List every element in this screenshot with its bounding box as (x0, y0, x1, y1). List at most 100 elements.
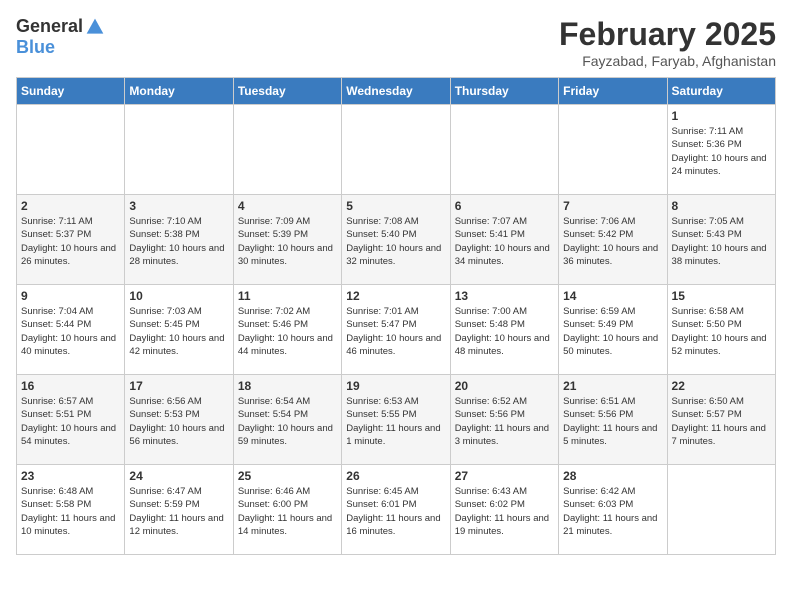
calendar-cell: 14 Sunrise: 6:59 AM Sunset: 5:49 PM Dayli… (559, 285, 667, 375)
title-area: February 2025 Fayzabad, Faryab, Afghanis… (559, 16, 776, 69)
calendar-cell (342, 105, 450, 195)
day-number: 27 (455, 469, 554, 483)
day-number: 16 (21, 379, 120, 393)
day-number: 13 (455, 289, 554, 303)
day-number: 3 (129, 199, 228, 213)
calendar-cell (667, 465, 775, 555)
calendar-cell: 26 Sunrise: 6:45 AM Sunset: 6:01 PM Dayli… (342, 465, 450, 555)
calendar-cell: 27 Sunrise: 6:43 AM Sunset: 6:02 PM Dayli… (450, 465, 558, 555)
day-info: Sunrise: 6:58 AM Sunset: 5:50 PM Dayligh… (672, 305, 771, 358)
day-number: 21 (563, 379, 662, 393)
day-number: 6 (455, 199, 554, 213)
location-title: Fayzabad, Faryab, Afghanistan (559, 53, 776, 69)
day-number: 1 (672, 109, 771, 123)
calendar-cell (125, 105, 233, 195)
calendar-day-header: Saturday (667, 78, 775, 105)
calendar-cell (17, 105, 125, 195)
day-number: 22 (672, 379, 771, 393)
calendar-cell: 23 Sunrise: 6:48 AM Sunset: 5:58 PM Dayli… (17, 465, 125, 555)
day-number: 8 (672, 199, 771, 213)
logo-icon (85, 17, 105, 37)
calendar-cell: 24 Sunrise: 6:47 AM Sunset: 5:59 PM Dayli… (125, 465, 233, 555)
calendar-day-header: Tuesday (233, 78, 341, 105)
calendar-cell: 3 Sunrise: 7:10 AM Sunset: 5:38 PM Daylig… (125, 195, 233, 285)
day-number: 23 (21, 469, 120, 483)
calendar-cell: 4 Sunrise: 7:09 AM Sunset: 5:39 PM Daylig… (233, 195, 341, 285)
calendar-body: 1 Sunrise: 7:11 AM Sunset: 5:36 PM Daylig… (17, 105, 776, 555)
day-number: 4 (238, 199, 337, 213)
logo: General Blue (16, 16, 105, 58)
day-info: Sunrise: 7:05 AM Sunset: 5:43 PM Dayligh… (672, 215, 771, 268)
day-info: Sunrise: 6:43 AM Sunset: 6:02 PM Dayligh… (455, 485, 554, 538)
day-info: Sunrise: 6:48 AM Sunset: 5:58 PM Dayligh… (21, 485, 120, 538)
calendar-cell: 20Sunrise: 6:52 AM Sunset: 5:56 PM Dayli… (450, 375, 558, 465)
day-number: 18 (238, 379, 337, 393)
page-header: General Blue February 2025 Fayzabad, Far… (16, 16, 776, 69)
month-title: February 2025 (559, 16, 776, 53)
calendar-week-row: 2 Sunrise: 7:11 AM Sunset: 5:37 PM Daylig… (17, 195, 776, 285)
calendar-cell: 21 Sunrise: 6:51 AM Sunset: 5:56 PM Dayli… (559, 375, 667, 465)
day-info: Sunrise: 7:03 AM Sunset: 5:45 PM Dayligh… (129, 305, 228, 358)
calendar-week-row: 23 Sunrise: 6:48 AM Sunset: 5:58 PM Dayli… (17, 465, 776, 555)
day-info: Sunrise: 6:45 AM Sunset: 6:01 PM Dayligh… (346, 485, 445, 538)
calendar-week-row: 9 Sunrise: 7:04 AM Sunset: 5:44 PM Daylig… (17, 285, 776, 375)
day-number: 5 (346, 199, 445, 213)
calendar-cell (233, 105, 341, 195)
calendar-cell: 22 Sunrise: 6:50 AM Sunset: 5:57 PM Dayli… (667, 375, 775, 465)
calendar-cell (450, 105, 558, 195)
day-number: 14 (563, 289, 662, 303)
day-info: Sunrise: 7:09 AM Sunset: 5:39 PM Dayligh… (238, 215, 337, 268)
calendar-day-header: Sunday (17, 78, 125, 105)
calendar-day-header: Monday (125, 78, 233, 105)
day-number: 15 (672, 289, 771, 303)
calendar-cell: 28Sunrise: 6:42 AM Sunset: 6:03 PM Dayli… (559, 465, 667, 555)
calendar-cell: 13 Sunrise: 7:00 AM Sunset: 5:48 PM Dayli… (450, 285, 558, 375)
day-number: 9 (21, 289, 120, 303)
calendar-cell: 19Sunrise: 6:53 AM Sunset: 5:55 PM Dayli… (342, 375, 450, 465)
day-info: Sunrise: 6:59 AM Sunset: 5:49 PM Dayligh… (563, 305, 662, 358)
day-number: 17 (129, 379, 228, 393)
day-info: Sunrise: 7:07 AM Sunset: 5:41 PM Dayligh… (455, 215, 554, 268)
day-number: 2 (21, 199, 120, 213)
day-number: 10 (129, 289, 228, 303)
day-info: Sunrise: 7:08 AM Sunset: 5:40 PM Dayligh… (346, 215, 445, 268)
day-info: Sunrise: 7:11 AM Sunset: 5:37 PM Dayligh… (21, 215, 120, 268)
calendar-day-header: Thursday (450, 78, 558, 105)
day-info: Sunrise: 6:52 AM Sunset: 5:56 PM Dayligh… (455, 395, 554, 448)
calendar-cell: 11Sunrise: 7:02 AM Sunset: 5:46 PM Dayli… (233, 285, 341, 375)
calendar-cell: 9 Sunrise: 7:04 AM Sunset: 5:44 PM Daylig… (17, 285, 125, 375)
calendar-cell: 6 Sunrise: 7:07 AM Sunset: 5:41 PM Daylig… (450, 195, 558, 285)
day-info: Sunrise: 7:10 AM Sunset: 5:38 PM Dayligh… (129, 215, 228, 268)
calendar-cell: 16 Sunrise: 6:57 AM Sunset: 5:51 PM Dayli… (17, 375, 125, 465)
day-number: 26 (346, 469, 445, 483)
logo-blue-text: Blue (16, 37, 55, 58)
calendar-day-header: Wednesday (342, 78, 450, 105)
calendar-cell: 10 Sunrise: 7:03 AM Sunset: 5:45 PM Dayli… (125, 285, 233, 375)
day-number: 24 (129, 469, 228, 483)
day-number: 11 (238, 289, 337, 303)
day-info: Sunrise: 7:04 AM Sunset: 5:44 PM Dayligh… (21, 305, 120, 358)
day-info: Sunrise: 7:11 AM Sunset: 5:36 PM Dayligh… (672, 125, 771, 178)
calendar-cell: 1 Sunrise: 7:11 AM Sunset: 5:36 PM Daylig… (667, 105, 775, 195)
calendar-cell: 17Sunrise: 6:56 AM Sunset: 5:53 PM Dayli… (125, 375, 233, 465)
logo-general-text: General (16, 16, 83, 37)
calendar-header-row: SundayMondayTuesdayWednesdayThursdayFrid… (17, 78, 776, 105)
day-info: Sunrise: 6:57 AM Sunset: 5:51 PM Dayligh… (21, 395, 120, 448)
calendar-cell: 7Sunrise: 7:06 AM Sunset: 5:42 PM Daylig… (559, 195, 667, 285)
calendar-cell: 2 Sunrise: 7:11 AM Sunset: 5:37 PM Daylig… (17, 195, 125, 285)
day-info: Sunrise: 7:00 AM Sunset: 5:48 PM Dayligh… (455, 305, 554, 358)
calendar-table: SundayMondayTuesdayWednesdayThursdayFrid… (16, 77, 776, 555)
calendar-week-row: 1 Sunrise: 7:11 AM Sunset: 5:36 PM Daylig… (17, 105, 776, 195)
day-info: Sunrise: 6:47 AM Sunset: 5:59 PM Dayligh… (129, 485, 228, 538)
calendar-cell: 5 Sunrise: 7:08 AM Sunset: 5:40 PM Daylig… (342, 195, 450, 285)
day-info: Sunrise: 6:53 AM Sunset: 5:55 PM Dayligh… (346, 395, 445, 448)
calendar-cell: 15 Sunrise: 6:58 AM Sunset: 5:50 PM Dayli… (667, 285, 775, 375)
day-info: Sunrise: 6:50 AM Sunset: 5:57 PM Dayligh… (672, 395, 771, 448)
calendar-cell (559, 105, 667, 195)
day-info: Sunrise: 7:01 AM Sunset: 5:47 PM Dayligh… (346, 305, 445, 358)
calendar-cell: 25Sunrise: 6:46 AM Sunset: 6:00 PM Dayli… (233, 465, 341, 555)
calendar-cell: 8 Sunrise: 7:05 AM Sunset: 5:43 PM Daylig… (667, 195, 775, 285)
day-number: 12 (346, 289, 445, 303)
day-number: 28 (563, 469, 662, 483)
day-info: Sunrise: 6:51 AM Sunset: 5:56 PM Dayligh… (563, 395, 662, 448)
